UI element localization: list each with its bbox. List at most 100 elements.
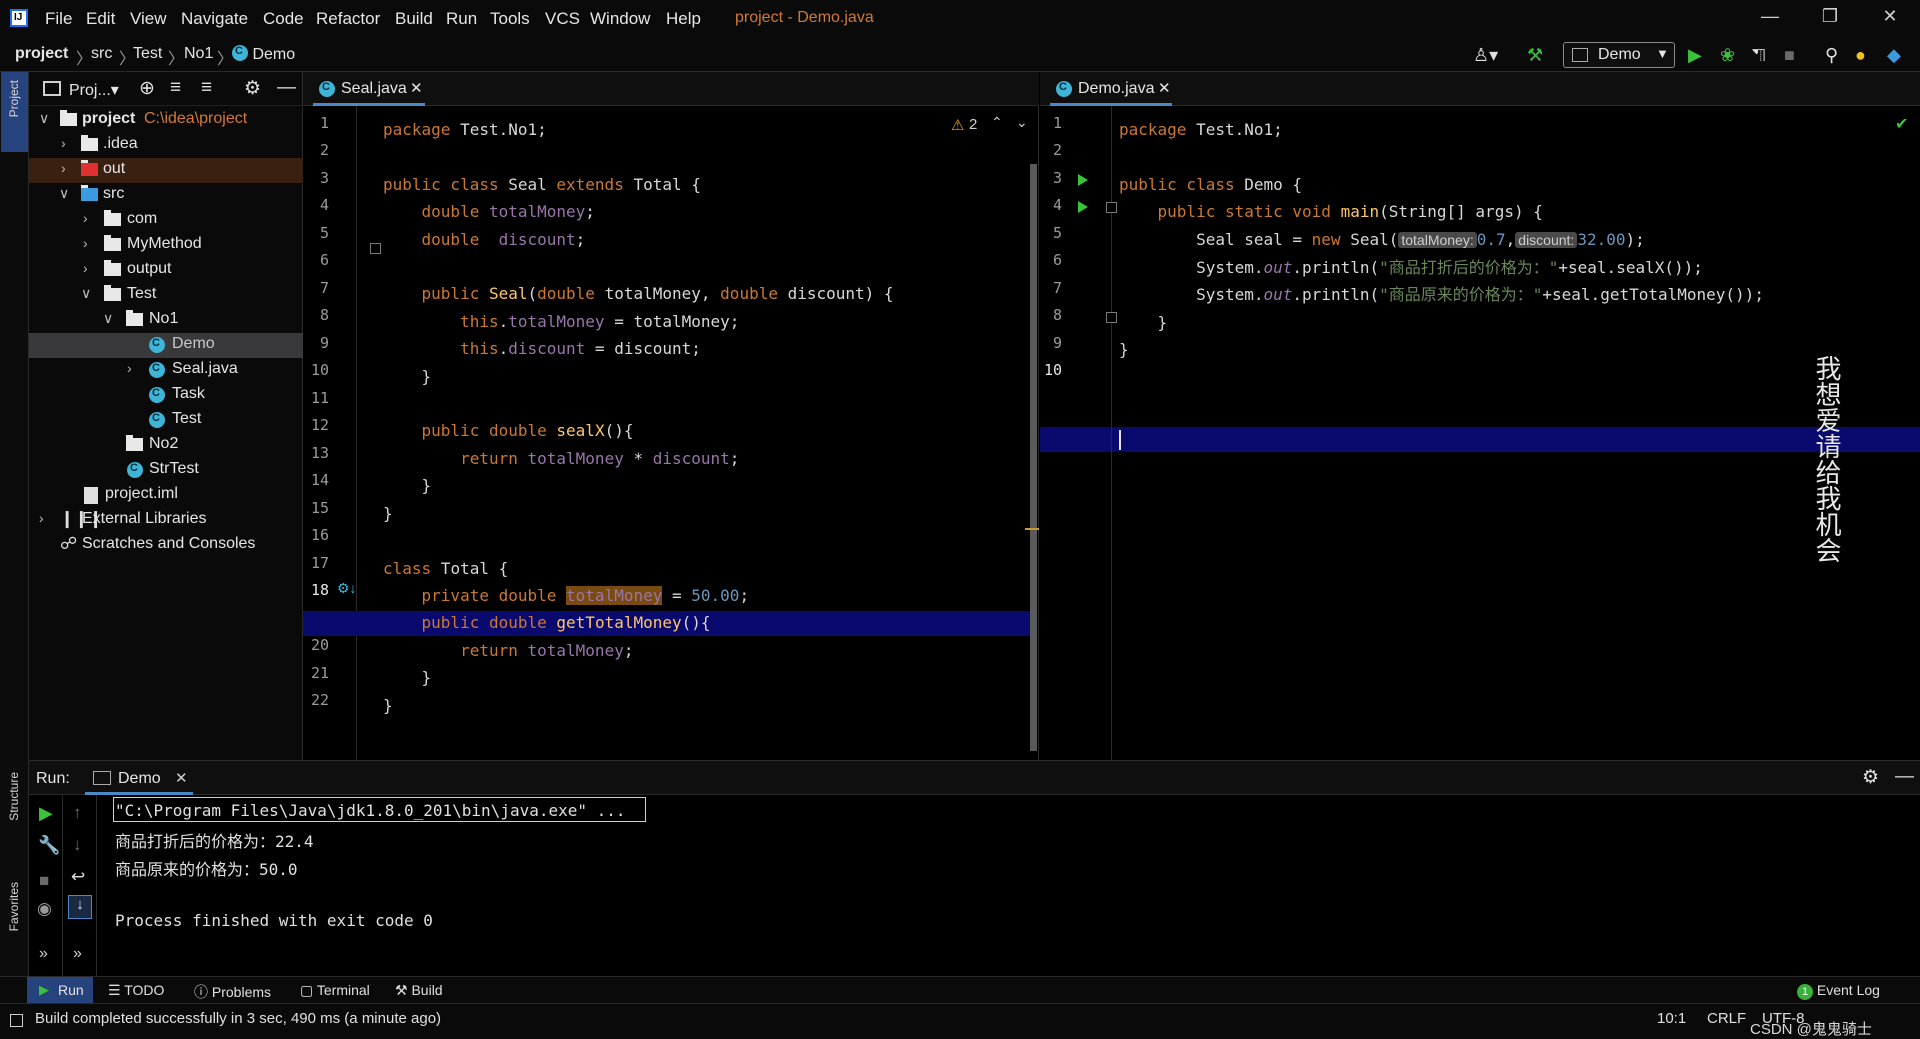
tree-item-out[interactable]: › out xyxy=(29,158,303,183)
chevron-down-icon[interactable]: ⌄ xyxy=(1016,114,1028,131)
tool-tab-terminal[interactable]: ▢ Terminal xyxy=(300,982,370,999)
stop-icon[interactable]: ■ xyxy=(39,871,49,891)
tool-tab-problems[interactable]: ⓘ Problems xyxy=(194,982,271,1002)
expand-all-icon[interactable]: ≡ xyxy=(170,77,181,99)
close-tab-icon[interactable]: ✕ xyxy=(1158,79,1171,97)
menu-edit[interactable]: Edit xyxy=(86,9,115,29)
editor-seal[interactable]: Seal.java ✕ 1 2 3 4 5 6 7 8 9 10 11 12 1… xyxy=(303,72,1039,760)
project-view-selector[interactable]: Proj...▾ xyxy=(69,80,119,100)
close-tab-icon[interactable]: ✕ xyxy=(410,79,423,97)
rerun-icon[interactable]: ▶ xyxy=(39,803,53,824)
breadcrumb-project[interactable]: project xyxy=(15,45,68,63)
tree-item-idea[interactable]: › .idea xyxy=(29,133,303,158)
line-separator[interactable]: CRLF xyxy=(1707,1010,1746,1027)
chevron-right-icon[interactable]: › xyxy=(39,510,44,526)
tree-item-src[interactable]: ∨ src xyxy=(29,183,303,208)
build-hammer-icon[interactable]: ⚒ xyxy=(1527,44,1543,66)
status-icon[interactable] xyxy=(10,1014,23,1027)
more-icon[interactable]: » xyxy=(39,945,48,963)
tool-tab-event-log[interactable]: 1 Event Log xyxy=(1797,982,1880,1000)
editor-demo[interactable]: Demo.java ✕ ✔ 1 2 3 4 5 6 7 8 9 10 packa… xyxy=(1040,72,1920,760)
menu-tools[interactable]: Tools xyxy=(490,9,530,29)
more-icon[interactable]: » xyxy=(73,945,82,963)
tree-item-demo[interactable]: Demo xyxy=(29,333,303,358)
tree-item-external-libraries[interactable]: › ❙❙❙ External Libraries xyxy=(29,508,303,533)
menu-navigate[interactable]: Navigate xyxy=(181,9,248,29)
implementation-icon[interactable]: ⚙↓ xyxy=(337,580,357,597)
chevron-right-icon[interactable]: › xyxy=(83,235,88,251)
close-tab-icon[interactable]: ✕ xyxy=(175,769,188,787)
code-demo-java[interactable]: package Test.No1; public class Demo { pu… xyxy=(1119,116,1764,364)
wrench-icon[interactable]: 🔧 xyxy=(38,835,60,856)
tree-item-output[interactable]: › output xyxy=(29,258,303,283)
minimize-icon[interactable]: — xyxy=(1755,6,1785,27)
plugin-icon[interactable]: ◆ xyxy=(1887,44,1901,66)
chevron-down-icon[interactable]: ∨ xyxy=(39,110,49,127)
tab-seal-java[interactable]: Seal.java ✕ xyxy=(313,72,425,106)
run-gutter-icon[interactable] xyxy=(1078,174,1088,186)
tree-item-scratches[interactable]: ☍ Scratches and Consoles xyxy=(29,533,303,558)
chevron-right-icon[interactable]: › xyxy=(127,360,132,376)
debug-icon[interactable]: ❀ xyxy=(1720,44,1735,66)
menu-view[interactable]: View xyxy=(130,9,167,29)
tree-item-project-iml[interactable]: project.iml xyxy=(29,483,303,508)
breadcrumb-demo[interactable]: Demo xyxy=(232,45,295,64)
menu-help[interactable]: Help xyxy=(666,9,701,29)
favorites-tool-tab[interactable]: Favorites xyxy=(7,882,21,931)
run-config-dropdown[interactable]: Demo ▼ xyxy=(1563,42,1675,68)
chevron-right-icon[interactable]: › xyxy=(61,160,66,176)
chevron-down-icon[interactable]: ∨ xyxy=(81,285,91,302)
user-icon[interactable]: ♙▾ xyxy=(1473,44,1498,66)
menu-window[interactable]: Window xyxy=(590,9,650,29)
stop-icon[interactable]: ■ xyxy=(1784,44,1795,66)
settings-icon[interactable]: ⚙ xyxy=(244,77,261,100)
tree-item-task[interactable]: Task xyxy=(29,383,303,408)
tool-tab-run[interactable]: ▶ Run xyxy=(27,977,93,1003)
breadcrumb-src[interactable]: src xyxy=(91,45,112,63)
status-message[interactable]: Build completed successfully in 3 sec, 4… xyxy=(35,1010,441,1027)
arrow-down-icon[interactable]: ↓ xyxy=(73,835,82,855)
menu-build[interactable]: Build xyxy=(395,9,433,29)
tree-item-no1[interactable]: ∨ No1 xyxy=(29,308,303,333)
tree-item-test[interactable]: ∨ Test xyxy=(29,283,303,308)
soft-wrap-icon[interactable]: ↩ xyxy=(71,867,85,887)
tab-demo-java[interactable]: Demo.java ✕ xyxy=(1050,72,1172,106)
chevron-up-icon[interactable]: ⌃ xyxy=(991,114,1003,131)
structure-tool-tab[interactable]: Structure xyxy=(7,772,21,821)
fold-marker-icon[interactable] xyxy=(1106,312,1117,323)
menu-run[interactable]: Run xyxy=(446,9,477,29)
chevron-right-icon[interactable]: › xyxy=(83,210,88,226)
run-icon[interactable]: ▶ xyxy=(1688,44,1702,66)
warning-icon[interactable]: ⚠ xyxy=(951,116,964,134)
menu-refactor[interactable]: Refactor xyxy=(316,9,380,29)
menu-file[interactable]: File xyxy=(45,9,72,29)
chevron-down-icon[interactable]: ∨ xyxy=(59,185,69,202)
tree-item-com[interactable]: › com xyxy=(29,208,303,233)
tree-item-test-class[interactable]: Test xyxy=(29,408,303,433)
coverage-icon[interactable]: ⛠ xyxy=(1752,44,1766,66)
tool-tab-todo[interactable]: ☰ TODO xyxy=(108,982,164,999)
chevron-right-icon[interactable]: › xyxy=(83,260,88,276)
tool-tab-build[interactable]: ⚒ Build xyxy=(395,982,443,999)
code-seal-java[interactable]: package Test.No1; public class Seal exte… xyxy=(383,116,894,719)
fold-marker-icon[interactable] xyxy=(1106,202,1117,213)
project-tool-tab[interactable]: Project xyxy=(1,72,28,152)
scroll-to-end-icon[interactable]: ↓ xyxy=(68,895,92,919)
menu-code[interactable]: Code xyxy=(263,9,304,29)
settings-icon[interactable]: ⚙ xyxy=(1862,766,1879,789)
locate-icon[interactable]: ⊕ xyxy=(139,77,155,100)
collapse-all-icon[interactable]: ≡ xyxy=(201,77,212,99)
tree-item-no2[interactable]: No2 xyxy=(29,433,303,458)
chevron-right-icon[interactable]: › xyxy=(61,135,66,151)
camera-icon[interactable]: ◉ xyxy=(37,899,52,919)
hide-icon[interactable]: — xyxy=(277,77,296,99)
tree-item-project[interactable]: ∨ project C:\idea\project xyxy=(29,108,303,133)
no-problems-check-icon[interactable]: ✔ xyxy=(1895,114,1908,134)
scrollbar[interactable] xyxy=(1030,164,1037,751)
tree-item-seal[interactable]: › Seal.java xyxy=(29,358,303,383)
tree-item-mymethod[interactable]: › MyMethod xyxy=(29,233,303,258)
restore-icon[interactable]: ❐ xyxy=(1815,6,1845,27)
run-gutter-icon[interactable] xyxy=(1078,201,1088,213)
tree-item-strtest[interactable]: StrTest xyxy=(29,458,303,483)
breadcrumb-no1[interactable]: No1 xyxy=(184,45,213,63)
